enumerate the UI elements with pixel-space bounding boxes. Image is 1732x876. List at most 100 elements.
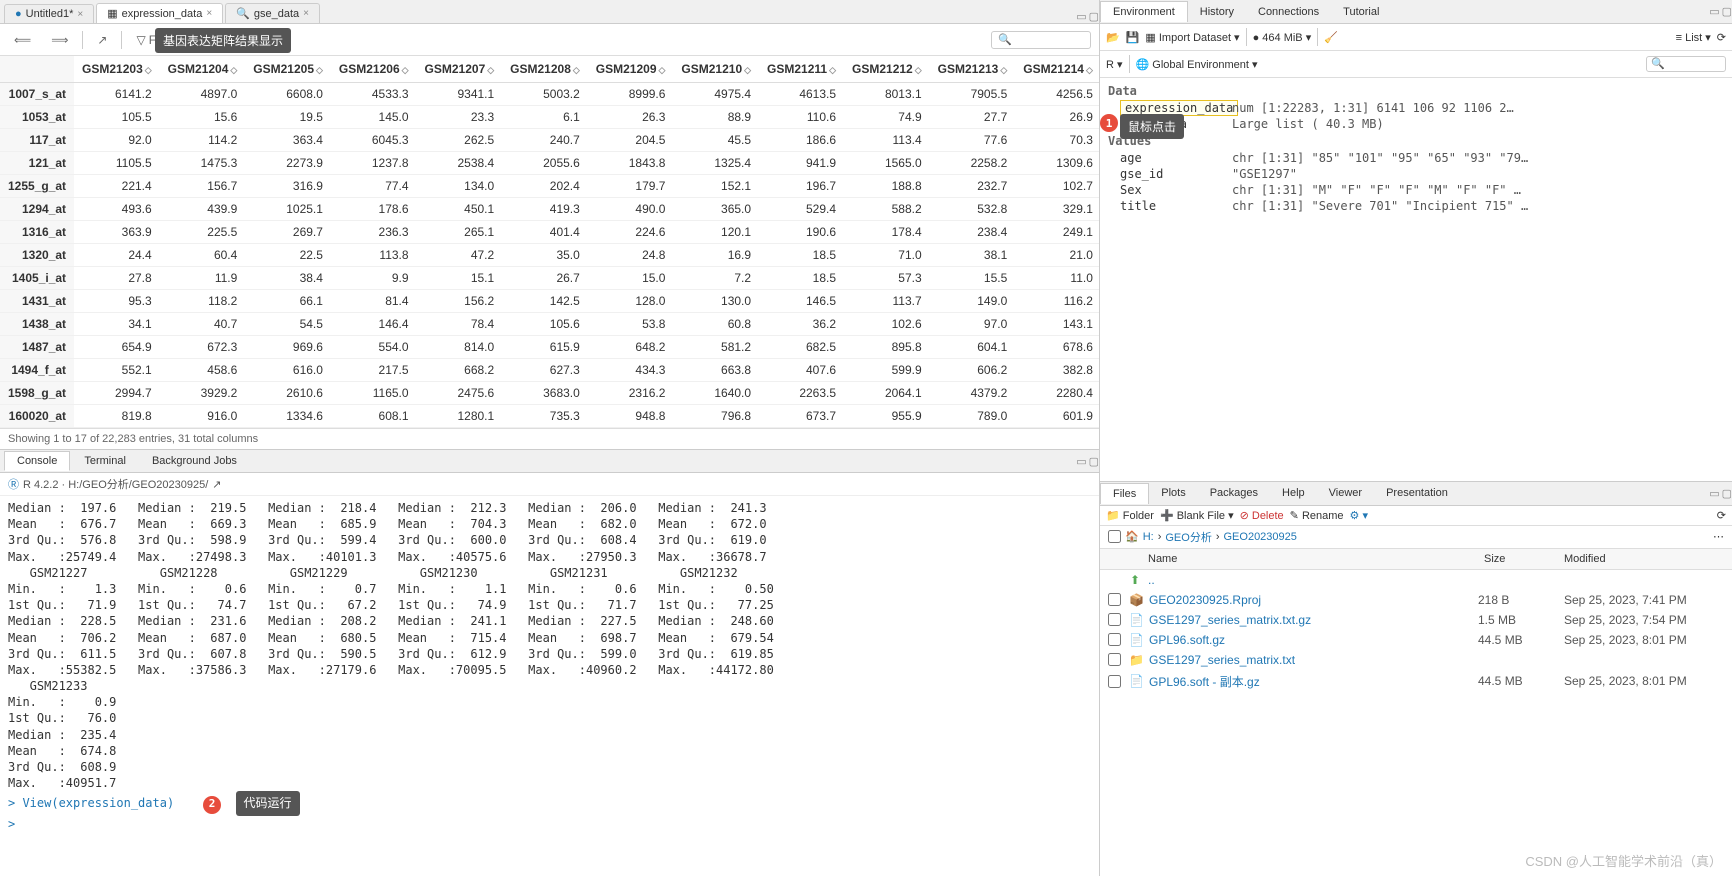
tab-plots[interactable]: Plots (1149, 483, 1197, 503)
back-button[interactable]: ⟸ (8, 31, 37, 49)
maximize-icon[interactable]: ▢ (1722, 5, 1732, 18)
file-name[interactable]: GPL96.soft - 副本.gz (1149, 673, 1472, 690)
tab-expression-data[interactable]: ▦ expression_data × (96, 3, 223, 23)
file-row[interactable]: 📄 GPL96.soft - 副本.gz 44.5 MB Sep 25, 202… (1100, 670, 1732, 693)
file-checkbox[interactable] (1108, 653, 1121, 666)
table-row[interactable]: 1053_at105.515.619.5145.023.36.126.388.9… (0, 106, 1099, 129)
file-checkbox[interactable] (1108, 675, 1121, 688)
list-view-button[interactable]: ≡ List ▾ (1676, 31, 1711, 44)
crumb[interactable]: GEO分析 (1165, 529, 1211, 545)
column-header[interactable]: GSM21204◇ (160, 56, 246, 83)
tab-history[interactable]: History (1188, 2, 1246, 22)
file-row[interactable]: 📁 GSE1297_series_matrix.txt (1100, 650, 1732, 670)
table-row[interactable]: 160020_at819.8916.01334.6608.11280.1735.… (0, 405, 1099, 428)
column-header[interactable]: GSM21205◇ (245, 56, 331, 83)
close-icon[interactable]: × (206, 8, 212, 19)
table-row[interactable]: 1316_at363.9225.5269.7236.3265.1401.4224… (0, 221, 1099, 244)
tab-bgjobs[interactable]: Background Jobs (140, 452, 249, 470)
close-icon[interactable]: × (303, 8, 309, 19)
memory-indicator[interactable]: ● 464 MiB ▾ (1253, 31, 1312, 44)
env-item-expression-data[interactable]: expression_data num [1:22283, 1:31] 6141… (1100, 100, 1732, 116)
table-row[interactable]: 1487_at654.9672.3969.6554.0814.0615.9648… (0, 336, 1099, 359)
file-row[interactable]: 📦 GEO20230925.Rproj 218 B Sep 25, 2023, … (1100, 590, 1732, 610)
env-item[interactable]: gse_id"GSE1297" (1100, 166, 1732, 182)
env-search-input[interactable] (1646, 56, 1726, 72)
file-checkbox[interactable] (1108, 593, 1121, 606)
scope-select[interactable]: 🌐 Global Environment ▾ (1136, 58, 1258, 71)
crumb[interactable]: H: (1143, 531, 1154, 543)
tab-environment[interactable]: Environment (1100, 1, 1188, 22)
file-checkbox[interactable] (1108, 613, 1121, 626)
tab-tutorial[interactable]: Tutorial (1331, 2, 1391, 22)
file-name[interactable]: GPL96.soft.gz (1149, 633, 1472, 647)
minimize-icon[interactable]: ▭ (1709, 5, 1719, 18)
import-dataset-button[interactable]: ▦ Import Dataset ▾ (1145, 31, 1239, 44)
maximize-icon[interactable]: ▢ (1089, 10, 1099, 23)
new-folder-button[interactable]: 📁 Folder (1106, 509, 1154, 522)
env-item[interactable]: agechr [1:31] "85" "101" "95" "65" "93" … (1100, 150, 1732, 166)
minimize-icon[interactable]: ▭ (1709, 487, 1719, 500)
tab-help[interactable]: Help (1270, 483, 1317, 503)
file-row[interactable]: 📄 GPL96.soft.gz 44.5 MB Sep 25, 2023, 8:… (1100, 630, 1732, 650)
column-header[interactable]: GSM21212◇ (844, 56, 930, 83)
maximize-icon[interactable]: ▢ (1089, 455, 1099, 468)
file-name[interactable]: GSE1297_series_matrix.txt.gz (1149, 613, 1472, 627)
table-row[interactable]: 121_at1105.51475.32273.91237.82538.42055… (0, 152, 1099, 175)
tab-presentation[interactable]: Presentation (1374, 483, 1460, 503)
select-all-checkbox[interactable] (1108, 530, 1121, 543)
env-list[interactable]: Data expression_data num [1:22283, 1:31]… (1100, 78, 1732, 481)
more-button[interactable]: ⚙ ▾ (1350, 509, 1368, 522)
table-row[interactable]: 1438_at34.140.754.5146.478.4105.653.860.… (0, 313, 1099, 336)
crumb[interactable]: GEO20230925 (1224, 531, 1297, 543)
table-row[interactable]: 1320_at24.460.422.5113.847.235.024.816.9… (0, 244, 1099, 267)
env-item[interactable]: titlechr [1:31] "Severe 701" "Incipient … (1100, 198, 1732, 214)
forward-button[interactable]: ⟹ (45, 31, 74, 49)
file-checkbox[interactable] (1108, 633, 1121, 646)
tab-packages[interactable]: Packages (1198, 483, 1270, 503)
lang-select[interactable]: R ▾ (1106, 58, 1123, 71)
table-row[interactable]: 1431_at95.3118.266.181.4156.2142.5128.01… (0, 290, 1099, 313)
table-row[interactable]: 1598_g_at2994.73929.22610.61165.02475.63… (0, 382, 1099, 405)
minimize-icon[interactable]: ▭ (1076, 455, 1086, 468)
rename-button[interactable]: ✎ Rename (1290, 509, 1344, 522)
table-row[interactable]: 1294_at493.6439.91025.1178.6450.1419.349… (0, 198, 1099, 221)
close-icon[interactable]: × (77, 9, 83, 20)
tab-connections[interactable]: Connections (1246, 2, 1331, 22)
column-header[interactable]: GSM21210◇ (673, 56, 759, 83)
search-input[interactable] (991, 31, 1091, 49)
table-row[interactable]: 1494_f_at552.1458.6616.0217.5668.2627.34… (0, 359, 1099, 382)
console-output[interactable]: Median : 197.6 Median : 219.5 Median : 2… (0, 496, 1099, 876)
ellipsis-icon[interactable]: ⋯ (1713, 530, 1724, 543)
console-prompt[interactable]: > (8, 817, 22, 831)
file-name[interactable]: GSE1297_series_matrix.txt (1149, 653, 1472, 667)
table-row[interactable]: 1255_g_at221.4156.7316.977.4134.0202.417… (0, 175, 1099, 198)
env-item-gse-data[interactable]: ●gse_data Large list ( 40.3 MB) 1 鼠标点击 (1100, 116, 1732, 132)
file-row[interactable]: 📄 GSE1297_series_matrix.txt.gz 1.5 MB Se… (1100, 610, 1732, 630)
save-icon[interactable]: 💾 (1126, 31, 1140, 44)
table-row[interactable]: 117_at92.0114.2363.46045.3262.5240.7204.… (0, 129, 1099, 152)
column-header[interactable]: GSM21207◇ (417, 56, 503, 83)
show-in-window-button[interactable]: ↗ (91, 31, 113, 49)
popout-icon[interactable]: ↗ (212, 478, 221, 491)
column-header[interactable]: GSM21203◇ (74, 56, 160, 83)
table-row[interactable]: 1007_s_at6141.24897.06608.04533.39341.15… (0, 83, 1099, 106)
file-name[interactable]: GEO20230925.Rproj (1149, 593, 1472, 607)
column-header[interactable]: GSM21211◇ (759, 56, 844, 83)
data-grid[interactable]: GSM21203◇GSM21204◇GSM21205◇GSM21206◇GSM2… (0, 56, 1099, 428)
broom-icon[interactable]: 🧹 (1324, 31, 1338, 44)
tab-untitled[interactable]: ● Untitled1* × (4, 4, 94, 23)
column-header[interactable]: GSM21214◇ (1015, 56, 1099, 83)
refresh-icon[interactable]: ⟳ (1717, 31, 1726, 44)
column-header[interactable]: GSM21208◇ (502, 56, 588, 83)
file-row-up[interactable]: ⬆ .. (1100, 570, 1732, 590)
tab-console[interactable]: Console (4, 451, 70, 471)
tab-files[interactable]: Files (1100, 483, 1149, 504)
refresh-icon[interactable]: ⟳ (1717, 509, 1726, 522)
load-icon[interactable]: 📂 (1106, 31, 1120, 44)
column-header[interactable]: GSM21213◇ (930, 56, 1016, 83)
table-row[interactable]: 1405_i_at27.811.938.49.915.126.715.07.21… (0, 267, 1099, 290)
maximize-icon[interactable]: ▢ (1722, 487, 1732, 500)
delete-button[interactable]: ⊘ Delete (1240, 509, 1284, 522)
tab-viewer[interactable]: Viewer (1317, 483, 1374, 503)
tab-terminal[interactable]: Terminal (72, 452, 138, 470)
